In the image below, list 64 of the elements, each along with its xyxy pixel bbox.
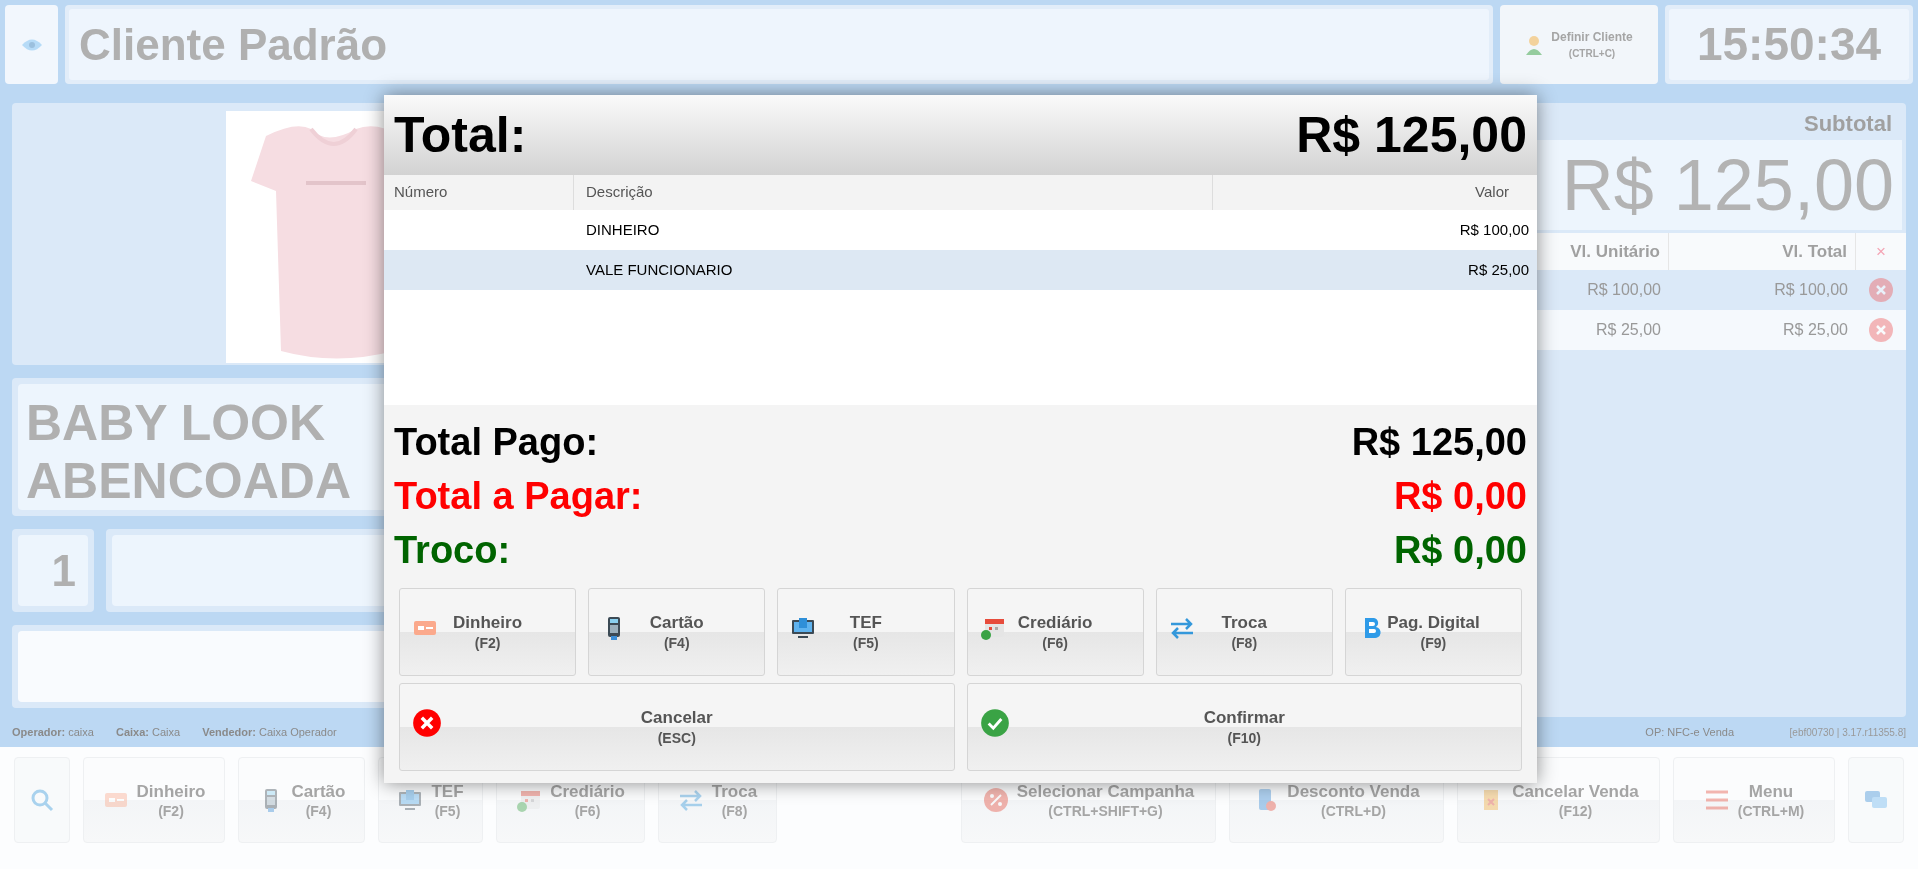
toolbar-shortcut: (CTRL+D) xyxy=(1321,801,1386,820)
table-cell-text: R$ 25,00 xyxy=(1782,320,1849,340)
toolbar-shortcut: (CTRL+SHIFT+G) xyxy=(1048,801,1163,820)
summary-label: Troco: xyxy=(394,527,511,573)
percent-badge-icon xyxy=(982,787,1009,813)
summary-value: R$ 125,00 xyxy=(1351,419,1527,465)
quantity: 1 xyxy=(18,535,88,606)
search-button[interactable] xyxy=(14,757,70,843)
toolbar-label: Menu xyxy=(1748,780,1794,802)
payment-method-button[interactable]: Cartão (F4) xyxy=(588,588,766,676)
table-cell-text: R$ 25,00 xyxy=(1595,320,1662,340)
summary-value: R$ 0,00 xyxy=(1393,527,1527,573)
check-icon xyxy=(979,708,1010,738)
summary-value: R$ 0,00 xyxy=(1393,473,1527,519)
payment-method-button[interactable]: Troca (F8) xyxy=(1155,588,1333,676)
product-name: BABY LOOK ABENCOADA xyxy=(26,394,352,510)
payment-method-button[interactable]: Crediário (F6) xyxy=(966,588,1144,676)
toolbar-label: Cartão xyxy=(291,780,346,802)
computer-icon xyxy=(790,615,817,641)
column-header: × xyxy=(1875,240,1887,263)
toolbar-label: Crediário xyxy=(550,780,625,802)
table-cell-text: R$ 100,00 xyxy=(1773,280,1849,300)
payment-method-button[interactable]: Pag. Digital (F9) xyxy=(1344,588,1522,676)
table-cell-text: DINHEIRO xyxy=(585,219,661,240)
search-icon xyxy=(29,787,55,813)
swap-arrows-icon xyxy=(677,787,704,813)
eye-button[interactable] xyxy=(5,5,58,84)
toolbar-label: TEF xyxy=(431,780,464,802)
toolbar-shortcut: (F2) xyxy=(158,801,184,820)
version-label: [ebf00730 | 3.17.r11355.8] xyxy=(1788,725,1906,740)
table-cell-text: VALE FUNCIONARIO xyxy=(585,259,734,280)
summary-label: Total a Pagar: xyxy=(394,473,643,519)
eye-icon xyxy=(20,37,43,52)
subtotal-label: Subtotal xyxy=(1804,110,1893,138)
toolbar-shortcut: (F5) xyxy=(434,801,461,820)
payment-row[interactable]: VALE FUNCIONARIO R$ 25,00 xyxy=(384,250,1537,290)
dialog-title: Total: xyxy=(394,105,527,165)
operation-type: OP: NFC-e Venda xyxy=(1645,724,1734,740)
confirm-button[interactable]: Confirmar (F10) xyxy=(966,683,1522,771)
column-header: Valor xyxy=(1474,182,1510,203)
computer-icon xyxy=(397,787,424,813)
toolbar-shortcut: (CTRL+M) xyxy=(1737,801,1805,820)
clock: 15:50:34 xyxy=(1665,5,1913,84)
summary-label: Total Pago: xyxy=(394,419,599,465)
swap-arrows-icon xyxy=(1168,615,1195,641)
toolbar-shortcut: (F4) xyxy=(305,801,332,820)
toolbar-label: Cancelar Venda xyxy=(1512,780,1639,802)
status-field: Vendedor: Caixa Operador xyxy=(202,723,337,741)
cancel-button[interactable]: Cancelar (ESC) xyxy=(399,683,955,771)
payment-method-button[interactable]: Dinheiro (F2) xyxy=(399,588,577,676)
close-icon xyxy=(412,708,442,738)
toolbar-shortcut: (F12) xyxy=(1558,801,1593,820)
client-name: Cliente Padrão xyxy=(79,18,388,71)
toolbar-label: Desconto Venda xyxy=(1287,780,1420,802)
chat-button[interactable] xyxy=(1848,757,1904,843)
toolbar-label: Troca xyxy=(711,780,758,802)
payment-method-button[interactable]: TEF (F5) xyxy=(777,588,955,676)
person-icon xyxy=(1525,34,1544,55)
status-field: Operador: caixa xyxy=(12,723,94,741)
toolbar-label: Selecionar Campanha xyxy=(1016,780,1195,802)
status-field: Caixa: Caixa xyxy=(115,723,181,741)
toolbar-label: Dinheiro xyxy=(136,780,206,802)
toolbar-shortcut: (F6) xyxy=(574,801,601,820)
toolbar-shortcut: (F8) xyxy=(721,801,748,820)
